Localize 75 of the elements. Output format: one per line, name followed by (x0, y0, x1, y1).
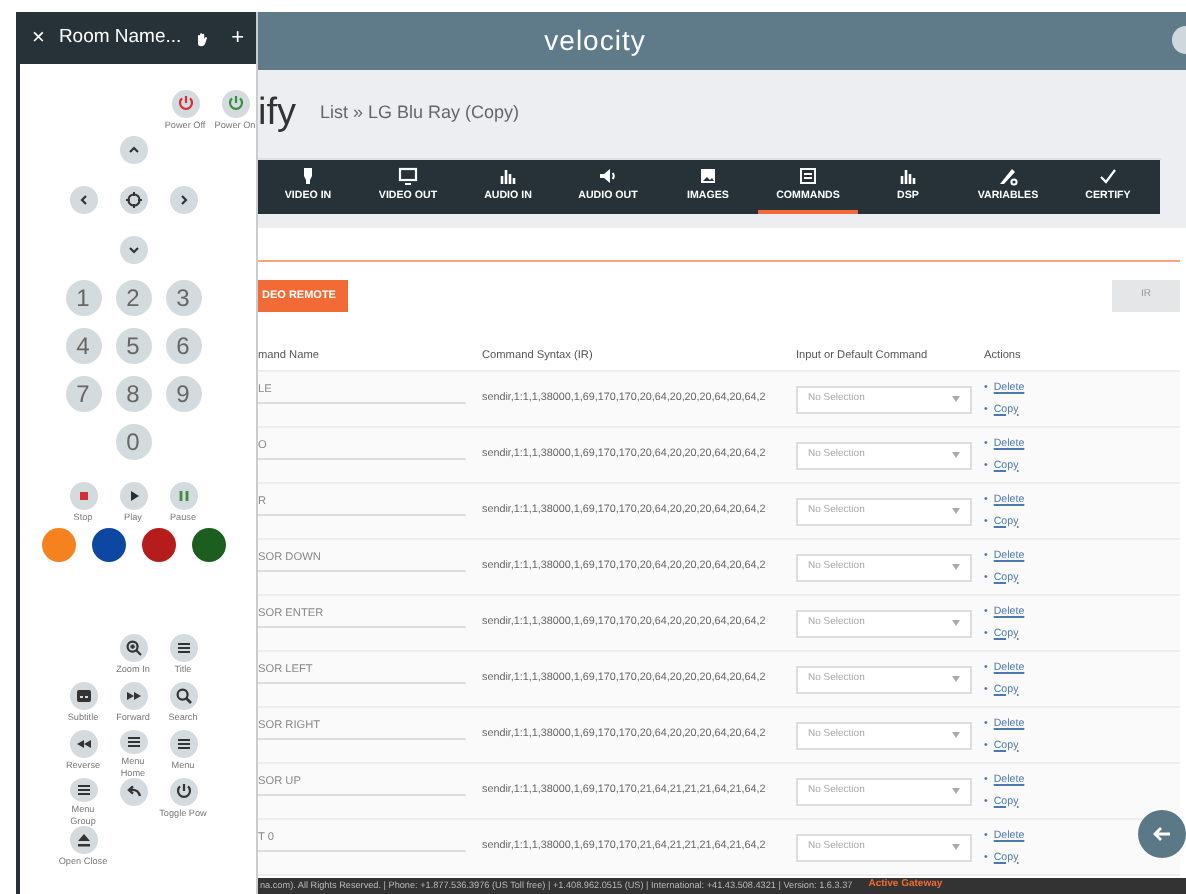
undo-arrow-icon (123, 782, 143, 802)
caret-down-icon (952, 508, 960, 514)
pause-button[interactable] (169, 482, 197, 510)
eject-icon (73, 830, 93, 850)
breadcrumb: List » LG Blu Ray (Copy) (320, 100, 520, 127)
number-button[interactable]: 8 (115, 376, 151, 412)
color-button[interactable] (142, 528, 176, 562)
eject-button[interactable] (69, 826, 97, 854)
zoom-in-icon (123, 638, 143, 658)
menu-button[interactable] (69, 778, 97, 802)
search-button[interactable] (169, 682, 197, 710)
color-button[interactable] (192, 528, 226, 562)
number-button[interactable]: 9 (165, 376, 201, 412)
crosshair-icon (123, 190, 143, 210)
menu-icon (123, 732, 143, 752)
caret-down-icon (952, 788, 960, 794)
power-icon (225, 94, 245, 114)
add-button[interactable]: + (231, 21, 244, 55)
speaker-icon (598, 165, 618, 186)
caret-down-icon (952, 676, 960, 682)
search-icon (173, 686, 193, 706)
caret-down-icon (952, 844, 960, 850)
bar-chart-icon (898, 165, 918, 186)
menu-button[interactable] (169, 730, 197, 758)
image-icon (698, 165, 718, 186)
fast-forward-icon (123, 686, 143, 706)
plug-icon (298, 165, 318, 186)
power-icon (175, 94, 195, 114)
subtitle-button[interactable] (69, 682, 97, 710)
menu-button[interactable] (119, 730, 147, 754)
menu-icon (73, 780, 93, 800)
velocity-logo: velocity (544, 22, 646, 60)
power-icon (173, 782, 193, 802)
caret-down-icon (952, 732, 960, 738)
number-button[interactable]: 1 (65, 280, 101, 316)
check-icon (1098, 165, 1118, 186)
crosshair-button[interactable] (119, 186, 147, 214)
caret-down-icon (952, 620, 960, 626)
zoom-in-button[interactable] (119, 634, 147, 662)
play-button[interactable] (119, 482, 147, 510)
stop-button[interactable] (69, 482, 97, 510)
color-button[interactable] (42, 528, 76, 562)
down-arrow-button[interactable] (119, 236, 147, 264)
number-button[interactable]: 7 (65, 376, 101, 412)
monitor-icon (398, 165, 418, 186)
room-name: Room Name... (58, 23, 182, 52)
page-title: ify (258, 89, 296, 138)
number-button[interactable]: 5 (115, 328, 151, 364)
rewind-icon (73, 734, 93, 754)
right-arrow-button[interactable] (169, 186, 197, 214)
number-button[interactable]: 0 (115, 424, 151, 460)
menu-button[interactable] (169, 634, 197, 662)
fast-forward-button[interactable] (119, 682, 147, 710)
close-button[interactable]: × (32, 21, 45, 55)
number-button[interactable]: 2 (115, 280, 151, 316)
number-button[interactable]: 4 (65, 328, 101, 364)
bar-chart-icon (498, 165, 518, 186)
number-button[interactable]: 6 (165, 328, 201, 364)
arrow-left-icon (1152, 826, 1172, 842)
rewind-button[interactable] (69, 730, 97, 758)
up-arrow-button[interactable] (119, 136, 147, 164)
panel-icon (798, 165, 818, 186)
subtitle-icon (73, 686, 93, 706)
menu-icon (173, 734, 193, 754)
number-button[interactable]: 3 (165, 280, 201, 316)
left-arrow-button[interactable] (69, 186, 97, 214)
hand-icon[interactable] (195, 27, 208, 49)
color-button[interactable] (92, 528, 126, 562)
menu-icon (173, 638, 193, 658)
power-button[interactable] (169, 778, 197, 806)
undo-arrow-button[interactable] (119, 778, 147, 806)
caret-down-icon (952, 564, 960, 570)
caret-down-icon (952, 452, 960, 458)
caret-down-icon (952, 396, 960, 402)
pen-icon (998, 165, 1018, 186)
